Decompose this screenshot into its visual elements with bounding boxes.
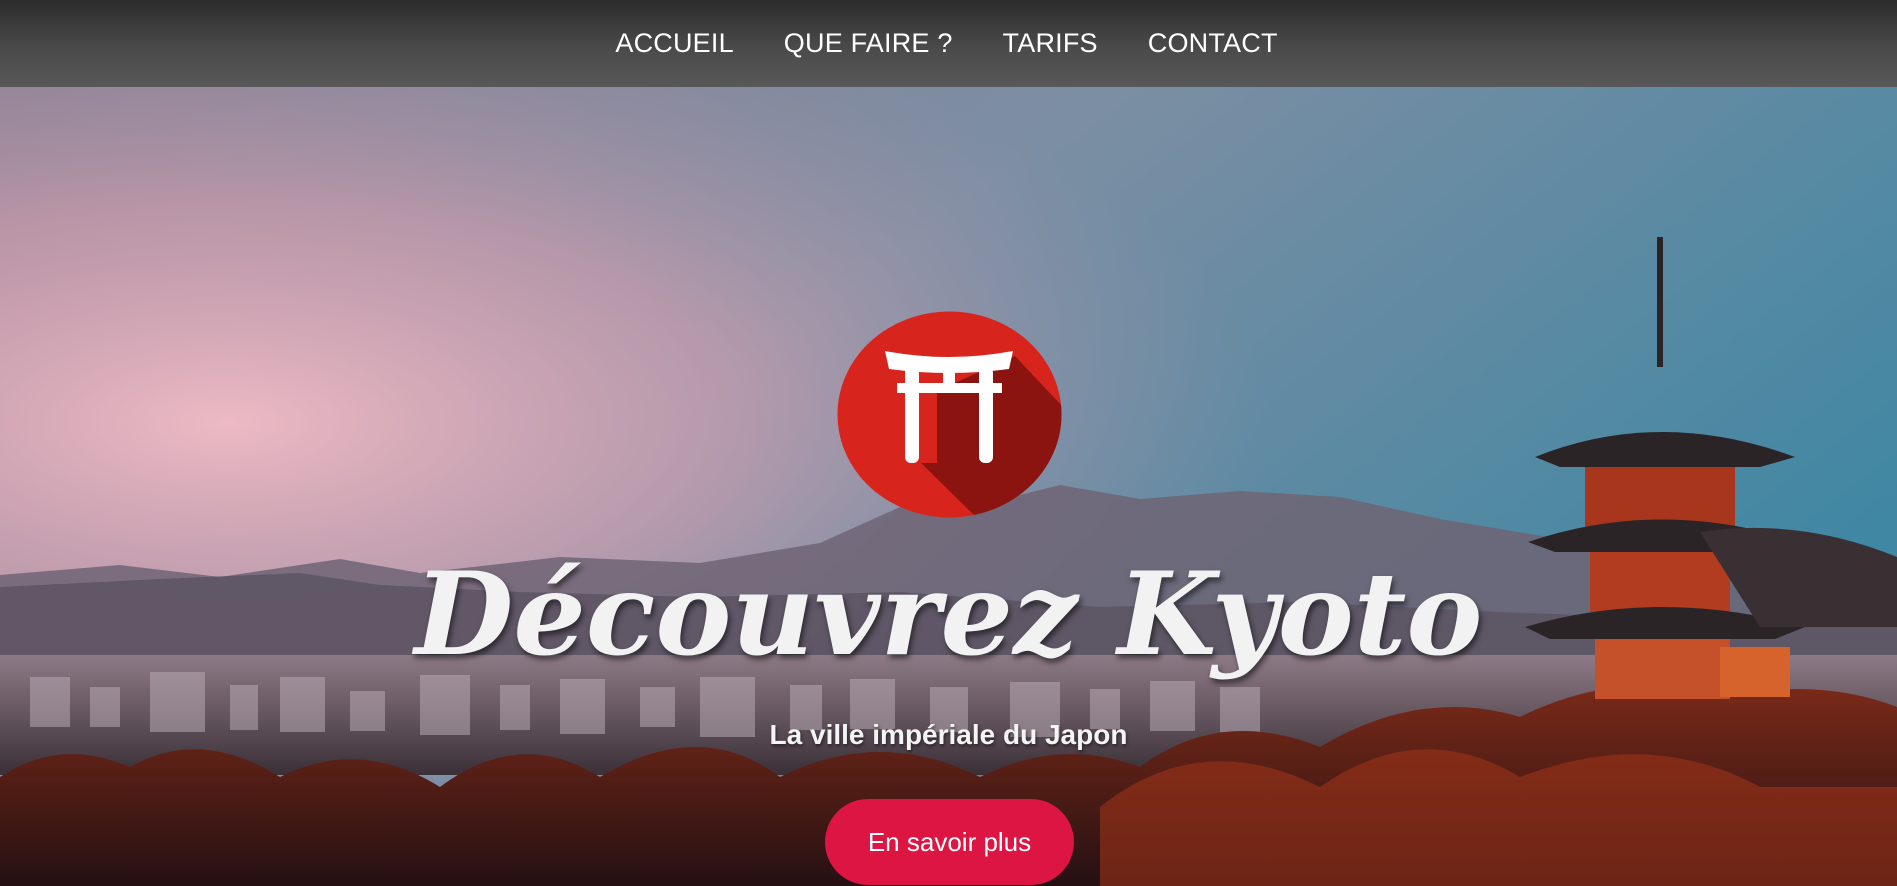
nav-link-que-faire[interactable]: QUE FAIRE ? bbox=[784, 28, 953, 58]
nav-item-tarifs: TARIFS bbox=[1003, 28, 1098, 59]
hero-subtitle: La ville impériale du Japon bbox=[769, 719, 1128, 750]
nav-link-accueil[interactable]: ACCUEIL bbox=[615, 28, 733, 58]
learn-more-button[interactable]: En savoir plus bbox=[825, 799, 1074, 885]
nav-link-contact[interactable]: CONTACT bbox=[1148, 28, 1278, 58]
hero-title: Découvrez Kyoto bbox=[414, 547, 1483, 681]
torii-gate-icon bbox=[837, 311, 1062, 518]
nav-menu: ACCUEIL QUE FAIRE ? TARIFS CONTACT bbox=[615, 28, 1277, 59]
nav-item-accueil: ACCUEIL bbox=[615, 28, 733, 59]
nav-item-contact: CONTACT bbox=[1148, 28, 1278, 59]
hero-section: Découvrez Kyoto La ville impériale du Ja… bbox=[0, 87, 1897, 886]
nav-item-que-faire: QUE FAIRE ? bbox=[784, 28, 953, 59]
top-navbar: ACCUEIL QUE FAIRE ? TARIFS CONTACT bbox=[0, 0, 1897, 87]
nav-link-tarifs[interactable]: TARIFS bbox=[1003, 28, 1098, 58]
